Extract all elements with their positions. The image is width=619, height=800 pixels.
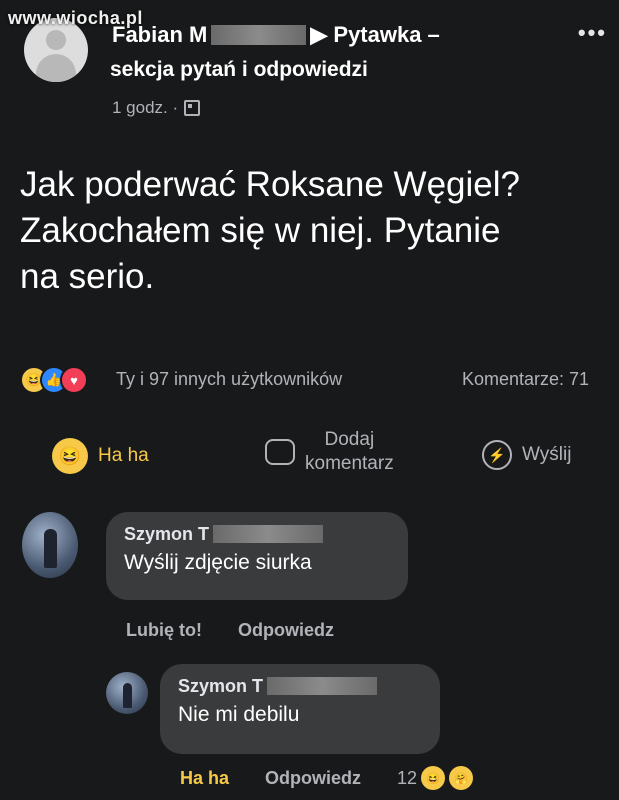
love-icon: ♥ (60, 366, 88, 394)
commenter-avatar[interactable] (22, 512, 78, 578)
reply-author-name: Szymon T (178, 676, 264, 696)
post-text-line: Zakochałem się w niej. Pytanie (20, 211, 501, 250)
post-author-line: Fabian M ▶ Pytawka – (112, 22, 440, 48)
comment-bubble[interactable]: Szymon T Wyślij zdjęcie siurka (106, 512, 408, 600)
audience-icon (184, 100, 201, 116)
reply-reactions[interactable]: 12 😆 🤗 (397, 766, 474, 790)
redacted-surname (211, 25, 307, 45)
comment-author[interactable]: Szymon T (124, 524, 390, 545)
haha-icon: 😆 (52, 438, 88, 474)
reaction-summary[interactable]: Ty i 97 innych użytkowników (116, 369, 342, 390)
reply-author[interactable]: Szymon T (178, 676, 422, 697)
reply-text: Nie mi debilu (178, 703, 300, 726)
haha-button[interactable]: 😆 Ha ha (52, 438, 149, 474)
avatar-head-shape (46, 30, 66, 50)
reply-reaction-count: 12 (397, 767, 418, 788)
haha-icon: 😆 (421, 766, 446, 790)
post-text-line: na serio. (20, 257, 155, 296)
reaction-icons[interactable]: 😆 👍 ♥ (20, 366, 88, 394)
avatar-figure (122, 682, 133, 708)
care-icon: 🤗 (449, 766, 474, 790)
add-comment-label-line1: Dodaj (324, 429, 375, 450)
post-time[interactable]: 1 godz. · (112, 98, 178, 118)
comment-author-name: Szymon T (124, 524, 210, 544)
reply-author-avatar[interactable] (106, 672, 148, 714)
reply-button[interactable]: Odpowiedz (265, 768, 361, 789)
reply-actions: Ha ha Odpowiedz 12 😆 🤗 (180, 766, 474, 790)
post-actions: 😆 Ha ha Dodaj komentarz ⚡ Wyślij (0, 420, 619, 500)
more-options-button[interactable]: ••• (578, 20, 607, 46)
avatar-body-shape (36, 54, 76, 82)
group-arrow-icon: ▶ (310, 22, 328, 47)
haha-label: Ha ha (98, 445, 149, 466)
group-name[interactable]: Pytawka – (333, 22, 439, 47)
post-meta: 1 godz. · (112, 98, 201, 118)
reactions-bar: 😆 👍 ♥ Ty i 97 innych użytkowników Koment… (20, 366, 619, 396)
post-body: Jak poderwać Roksane Węgiel? Zakochałem … (20, 162, 619, 300)
site-watermark: www.wiocha.pl (8, 8, 143, 28)
comment-text: Wyślij zdjęcie siurka (124, 551, 312, 574)
avatar-figure (44, 528, 57, 569)
comment-count[interactable]: Komentarze: 71 (462, 369, 589, 390)
like-comment-button[interactable]: Lubię to! (126, 620, 202, 641)
comment-bubble-icon (265, 439, 295, 465)
add-comment-label-line2: komentarz (305, 453, 394, 474)
send-button[interactable]: ⚡ Wyślij (482, 440, 571, 470)
add-comment-label: Dodaj komentarz (305, 428, 394, 476)
redacted-surname (213, 525, 324, 543)
comment-actions: Lubię to! Odpowiedz (126, 620, 334, 641)
post-text-line: Jak poderwać Roksane Węgiel? (20, 165, 520, 204)
group-name-line2[interactable]: sekcja pytań i odpowiedzi (110, 58, 368, 82)
reply-bubble[interactable]: Szymon T Nie mi debilu (160, 664, 440, 754)
redacted-surname (267, 677, 378, 695)
messenger-icon: ⚡ (482, 440, 512, 470)
reply-button[interactable]: Odpowiedz (238, 620, 334, 641)
send-label: Wyślij (522, 444, 572, 465)
haha-reply-button[interactable]: Ha ha (180, 768, 229, 789)
add-comment-button[interactable]: Dodaj komentarz (265, 428, 394, 476)
